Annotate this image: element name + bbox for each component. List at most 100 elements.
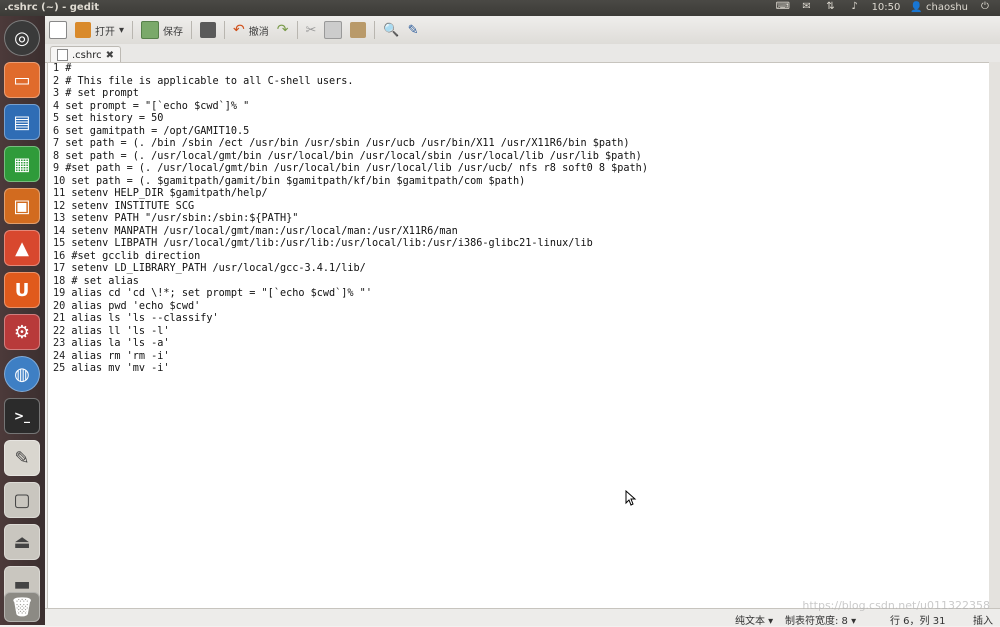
line-text: set history = 50	[59, 113, 164, 124]
code-line[interactable]: 16 #set gcclib direction	[48, 251, 989, 264]
redo-button[interactable]: ↷	[273, 18, 293, 42]
line-number: 21	[53, 313, 66, 324]
code-line[interactable]: 8 set path = (. /usr/local/gmt/bin /usr/…	[48, 151, 989, 164]
code-line[interactable]: 19 alias cd 'cd \!*; set prompt = "[`ech…	[48, 288, 989, 301]
vertical-scrollbar[interactable]	[989, 62, 1000, 608]
launcher: ◎ ▭ ▤ ▦ ▣ ▲ U ⚙ ◍ >_ ✎ ▢ ⏏ ▬ 🗑	[0, 16, 45, 625]
code-line[interactable]: 17 setenv LD_LIBRARY_PATH /usr/local/gcc…	[48, 263, 989, 276]
mail-icon[interactable]: ✉	[800, 1, 814, 13]
print-button[interactable]	[196, 18, 220, 42]
separator	[191, 21, 193, 39]
usb-drive-icon[interactable]: ⏏	[4, 524, 40, 560]
code-line[interactable]: 7 set path = (. /bin /sbin /ect /usr/bin…	[48, 138, 989, 151]
impress-icon[interactable]: ▣	[4, 188, 40, 224]
code-line[interactable]: 6 set gamitpath = /opt/GAMIT10.5	[48, 126, 989, 139]
code-line[interactable]: 11 setenv HELP_DIR $gamitpath/help/	[48, 188, 989, 201]
document-icon	[57, 49, 68, 61]
line-text: alias ll 'ls -l'	[65, 325, 170, 337]
code-line[interactable]: 24 alias rm 'rm -i'	[48, 351, 989, 364]
files-icon[interactable]: ▭	[4, 62, 40, 98]
line-text: set gamitpath = /opt/GAMIT10.5	[59, 125, 250, 137]
code-line[interactable]: 12 setenv INSTITUTE SCG	[48, 201, 989, 214]
new-document-icon	[49, 21, 67, 39]
code-line[interactable]: 15 setenv LIBPATH /usr/local/gmt/lib:/us…	[48, 238, 989, 251]
toolbar: 打开 ▾ 保存 ↶ 撤消 ↷ ✂ 🔍 ✎	[45, 16, 1000, 45]
code-line[interactable]: 21 alias ls 'ls --classify'	[48, 313, 989, 326]
find-replace-icon: ✎	[407, 22, 419, 38]
save-label: 保存	[163, 26, 184, 38]
line-text: alias cd 'cd \!*; set prompt = "[`echo $…	[65, 288, 372, 299]
open-button[interactable]: 打开 ▾	[71, 18, 128, 42]
line-number: 13	[53, 213, 66, 224]
chevron-down-icon[interactable]: ▾	[119, 25, 124, 36]
power-icon[interactable]: ⏻	[978, 1, 992, 13]
network-icon[interactable]: ⇅	[824, 1, 838, 13]
workspace-switcher-icon[interactable]: ▢	[4, 482, 40, 518]
text-editor[interactable]: 1 #2 # This file is applicable to all C-…	[47, 62, 990, 610]
replace-button[interactable]: ✎	[404, 18, 423, 42]
find-button[interactable]: 🔍	[379, 18, 403, 42]
copy-icon	[324, 21, 343, 39]
code-line[interactable]: 10 set path = (. $gamitpath/gamit/bin $g…	[48, 176, 989, 189]
line-text: setenv MANPATH /usr/local/gmt/man:/usr/l…	[65, 225, 458, 237]
gedit-icon[interactable]: ✎	[4, 440, 40, 476]
user-menu[interactable]: 👤 chaoshu	[910, 2, 968, 13]
top-panel: .cshrc (~) - gedit ⌨ ✉ ⇅ ♪ 10:50 👤 chaos…	[0, 0, 1000, 16]
trash-icon[interactable]: 🗑	[4, 592, 40, 622]
code-line[interactable]: 22 alias ll 'ls -l'	[48, 326, 989, 339]
system-settings-icon[interactable]: ⚙	[4, 314, 40, 350]
copy-button[interactable]	[320, 18, 346, 42]
line-text: setenv LIBPATH /usr/local/gmt/lib:/usr/l…	[65, 238, 593, 249]
line-number: 23	[53, 338, 66, 349]
new-button[interactable]	[45, 18, 71, 42]
line-text: set path = (. /usr/local/gmt/bin /usr/lo…	[59, 150, 642, 162]
save-button[interactable]: 保存	[137, 18, 187, 42]
chromium-icon[interactable]: ◍	[4, 356, 40, 392]
line-number: 24	[53, 350, 66, 362]
code-line[interactable]: 3 # set prompt	[48, 88, 989, 101]
code-line[interactable]: 13 setenv PATH "/usr/sbin:/sbin:${PATH}"	[48, 213, 989, 226]
dash-home-icon[interactable]: ◎	[4, 20, 40, 56]
line-text: setenv PATH "/usr/sbin:/sbin:${PATH}"	[65, 213, 299, 224]
volume-icon[interactable]: ♪	[848, 1, 862, 13]
line-text: setenv INSTITUTE SCG	[65, 200, 195, 212]
undo-icon: ↶	[233, 22, 245, 38]
code-line[interactable]: 2 # This file is applicable to all C-she…	[48, 76, 989, 89]
code-line[interactable]: 18 # set alias	[48, 276, 989, 289]
folder-icon	[75, 22, 91, 38]
line-number: 17	[53, 263, 66, 274]
code-line[interactable]: 14 setenv MANPATH /usr/local/gmt/man:/us…	[48, 226, 989, 239]
open-label: 打开	[95, 26, 115, 38]
line-text: alias ls 'ls --classify'	[65, 313, 219, 324]
terminal-icon[interactable]: >_	[4, 398, 40, 434]
tab-cshrc[interactable]: .cshrc ✖	[50, 46, 122, 63]
code-line[interactable]: 4 set prompt = "[`echo $cwd`]% "	[48, 101, 989, 114]
code-line[interactable]: 9 #set path = (. /usr/local/gmt/bin /usr…	[48, 163, 989, 176]
redo-icon: ↷	[276, 22, 289, 38]
paste-button[interactable]	[346, 18, 370, 42]
ubuntu-one-icon[interactable]: U	[4, 272, 40, 308]
code-line[interactable]: 5 set history = 50	[48, 113, 989, 126]
system-tray: ⌨ ✉ ⇅ ♪ 10:50 👤 chaoshu ⏻	[776, 1, 992, 13]
line-text: alias rm 'rm -i'	[65, 350, 170, 362]
line-text: alias pwd 'echo $cwd'	[65, 300, 201, 312]
keyboard-icon[interactable]: ⌨	[776, 1, 790, 13]
code-line[interactable]: 1 #	[48, 63, 989, 76]
code-line[interactable]: 25 alias mv 'mv -i'	[48, 363, 989, 376]
cut-button[interactable]: ✂	[302, 18, 321, 42]
clock[interactable]: 10:50	[872, 2, 901, 13]
software-center-icon[interactable]: ▲	[4, 230, 40, 266]
save-icon	[141, 21, 160, 39]
undo-button[interactable]: ↶ 撤消	[229, 18, 273, 42]
line-text: setenv HELP_DIR $gamitpath/help/	[65, 188, 268, 199]
line-number: 14	[53, 225, 66, 237]
line-number: 10	[53, 175, 66, 187]
tab-bar: .cshrc ✖	[45, 44, 1000, 63]
code-line[interactable]: 23 alias la 'ls -a'	[48, 338, 989, 351]
line-number: 18	[53, 275, 66, 287]
writer-icon[interactable]: ▤	[4, 104, 40, 140]
calc-icon[interactable]: ▦	[4, 146, 40, 182]
close-icon[interactable]: ✖	[106, 50, 114, 61]
code-line[interactable]: 20 alias pwd 'echo $cwd'	[48, 301, 989, 314]
scissors-icon: ✂	[305, 22, 317, 38]
